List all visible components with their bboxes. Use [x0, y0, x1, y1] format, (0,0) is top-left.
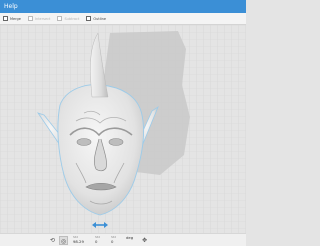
orbit-icon[interactable]: ◎: [59, 236, 68, 245]
merge-button[interactable]: Merge: [3, 16, 21, 21]
pan-icon[interactable]: ✥: [140, 236, 149, 245]
merge-icon: [3, 16, 8, 21]
right-eye: [108, 138, 124, 146]
subtract-icon: [57, 16, 63, 21]
app-window: Help Merge Intersect Subtract Outline ⟲ …: [0, 0, 246, 246]
merge-label: Merge: [10, 16, 21, 21]
outline-button[interactable]: Outline: [86, 16, 106, 21]
field-3-value: 0: [111, 239, 114, 244]
boolean-toolbar: Merge Intersect Subtract Outline: [0, 13, 246, 25]
field-4[interactable]: deg: [126, 235, 138, 246]
status-bar: ⟲ ◎ Std 98.29 Std 0 Std 0 deg ✥: [0, 233, 246, 246]
outline-icon: [86, 16, 92, 21]
intersect-icon: [27, 16, 33, 21]
field-2-value: 0: [95, 239, 98, 244]
field-3[interactable]: Std 0: [111, 235, 123, 246]
left-eye: [76, 138, 92, 146]
field-4-value: deg: [126, 235, 134, 240]
field-2[interactable]: Std 0: [95, 235, 107, 246]
3d-viewport[interactable]: [0, 25, 246, 233]
intersect-label: Intersect: [34, 16, 51, 21]
window-title: Help: [4, 3, 18, 10]
subtract-button[interactable]: Subtract: [57, 16, 79, 21]
subtract-label: Subtract: [64, 16, 80, 21]
outline-label: Outline: [93, 16, 107, 21]
rotate-icon[interactable]: ⟲: [48, 236, 57, 245]
field-1[interactable]: Std 98.29: [73, 235, 88, 246]
title-bar: Help: [0, 0, 246, 13]
field-1-value: 98.29: [73, 239, 84, 244]
intersect-button[interactable]: Intersect: [27, 16, 51, 21]
